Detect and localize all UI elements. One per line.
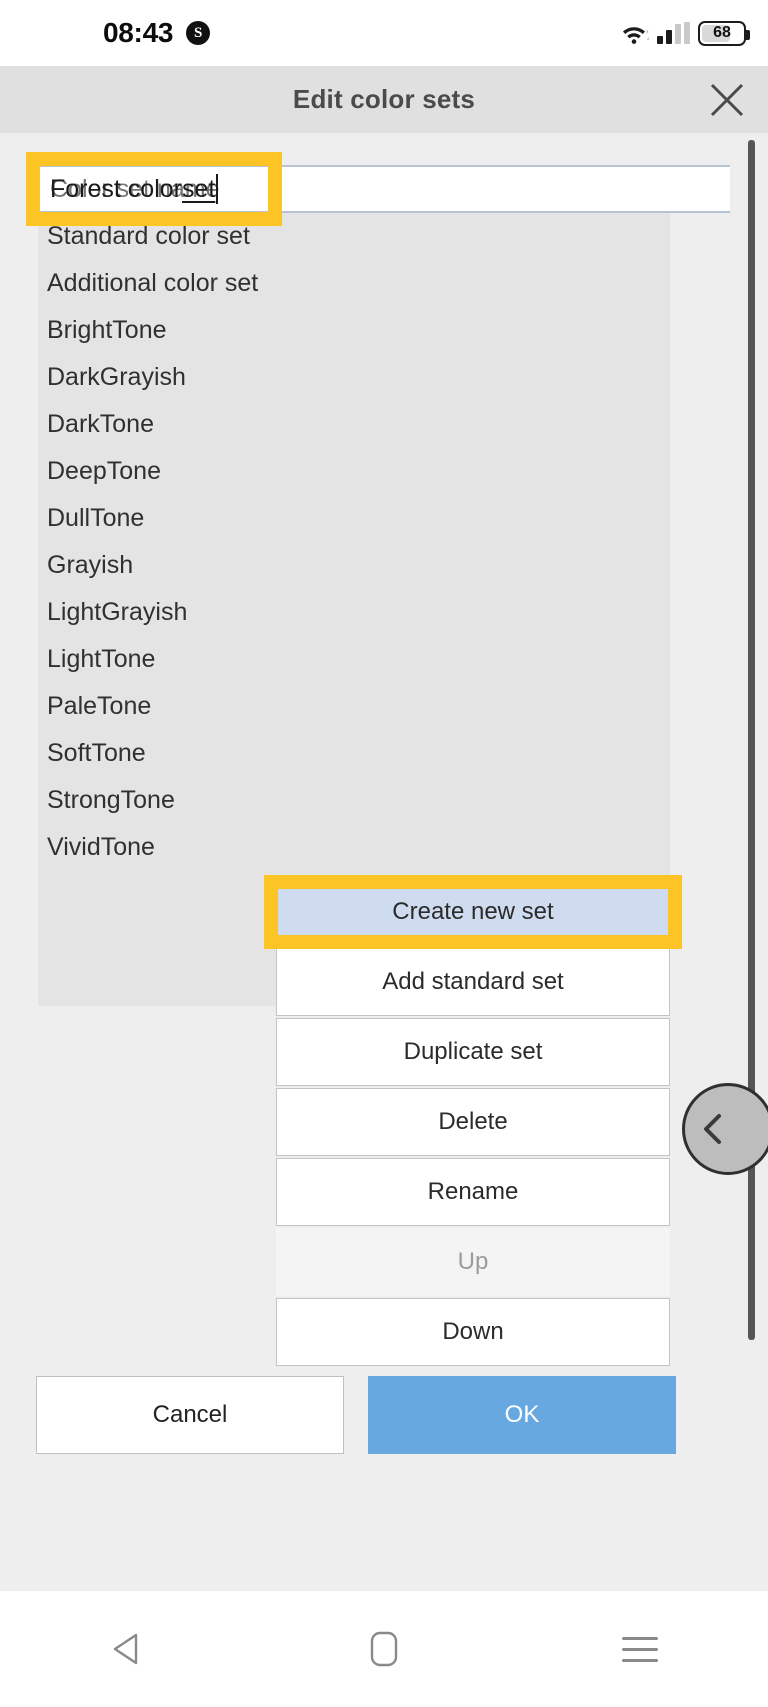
list-item-label: DarkGrayish	[47, 363, 186, 391]
list-item-label: BrightTone	[47, 316, 167, 344]
list-item-label: DeepTone	[47, 457, 161, 485]
status-bar: 08:43 S 68	[0, 0, 768, 66]
close-icon[interactable]	[704, 77, 750, 123]
list-item-label: VividTone	[47, 833, 155, 861]
cancel-label: Cancel	[152, 1401, 228, 1428]
list-item-label: Additional color set	[47, 269, 259, 297]
chevron-left-icon	[704, 1114, 721, 1144]
list-item-label: PaleTone	[47, 692, 152, 720]
add-standard-set-button[interactable]: Add standard set	[276, 948, 670, 1016]
hamburger-menu-icon	[622, 1636, 658, 1662]
duplicate-set-button[interactable]: Duplicate set	[276, 1018, 670, 1086]
back-triangle-icon	[113, 1633, 138, 1665]
cellular-signal-icon	[657, 22, 690, 44]
dialog-footer: Cancel OK	[0, 1376, 768, 1466]
color-set-name-input[interactable]	[38, 165, 730, 213]
list-item-label: DullTone	[47, 504, 145, 532]
status-bar-right: 68	[619, 0, 750, 66]
list-item[interactable]: DarkGrayish	[38, 354, 670, 401]
phone-screen: 08:43 S 68 Edit color sets Color set nam…	[0, 0, 768, 1707]
color-set-name-field-wrap: Forest color set	[38, 165, 730, 213]
app-badge-icon: S	[186, 21, 211, 45]
ok-label: OK	[504, 1401, 540, 1428]
list-item[interactable]: SoftTone	[38, 730, 670, 777]
list-item[interactable]: VividTone	[38, 824, 670, 871]
list-item[interactable]: StrongTone	[38, 777, 670, 824]
wifi-icon	[619, 21, 651, 45]
edge-panel-handle[interactable]	[682, 1083, 768, 1175]
status-clock: 08:43	[103, 17, 174, 48]
list-item[interactable]: LightGrayish	[38, 589, 670, 636]
action-label: Delete	[438, 1108, 508, 1135]
list-item[interactable]: PaleTone	[38, 683, 670, 730]
list-item[interactable]: DullTone	[38, 495, 670, 542]
list-item[interactable]: Standard color set	[38, 213, 670, 260]
home-rounded-rect-icon	[370, 1631, 398, 1667]
action-label: Create new set	[392, 898, 554, 925]
dialog-header: Edit color sets	[0, 66, 768, 133]
battery-percentage: 68	[713, 24, 731, 41]
rename-button[interactable]: Rename	[276, 1158, 670, 1226]
action-label: Up	[457, 1248, 489, 1275]
list-item-label: StrongTone	[47, 786, 175, 814]
list-item[interactable]: DeepTone	[38, 448, 670, 495]
delete-button[interactable]: Delete	[276, 1088, 670, 1156]
list-item[interactable]: DarkTone	[38, 401, 670, 448]
cancel-button[interactable]: Cancel	[36, 1376, 344, 1454]
list-item[interactable]: LightTone	[38, 636, 670, 683]
list-item-label: DarkTone	[47, 410, 154, 438]
action-label: Duplicate set	[403, 1038, 543, 1065]
action-label: Rename	[427, 1178, 519, 1205]
list-item-label: LightGrayish	[47, 598, 188, 626]
create-new-set-button[interactable]: Create new set	[276, 878, 670, 946]
page-title: Edit color sets	[292, 84, 476, 114]
list-item[interactable]: Additional color set	[38, 260, 670, 307]
nav-recents-button[interactable]	[585, 1604, 695, 1694]
status-bar-left: 08:43 S	[103, 17, 211, 49]
move-down-button[interactable]: Down	[276, 1298, 670, 1366]
action-label: Down	[442, 1318, 504, 1345]
list-item[interactable]: Grayish	[38, 542, 670, 589]
action-button-group: Create new set Add standard set Duplicat…	[276, 878, 670, 1368]
action-label: Add standard set	[382, 968, 564, 995]
nav-home-button[interactable]	[329, 1604, 439, 1694]
android-navigation-bar	[0, 1590, 768, 1707]
ok-button[interactable]: OK	[368, 1376, 676, 1454]
nav-back-button[interactable]	[73, 1604, 183, 1694]
battery-icon: 68	[698, 20, 750, 46]
dialog-body: Forest color set Standard color set Addi…	[0, 133, 768, 1590]
list-item-label: LightTone	[47, 645, 156, 673]
list-item-label: Grayish	[47, 551, 134, 579]
list-item-label: SoftTone	[47, 739, 146, 767]
list-item-label: Standard color set	[47, 222, 250, 250]
move-up-button: Up	[276, 1228, 670, 1296]
list-item[interactable]: BrightTone	[38, 307, 670, 354]
